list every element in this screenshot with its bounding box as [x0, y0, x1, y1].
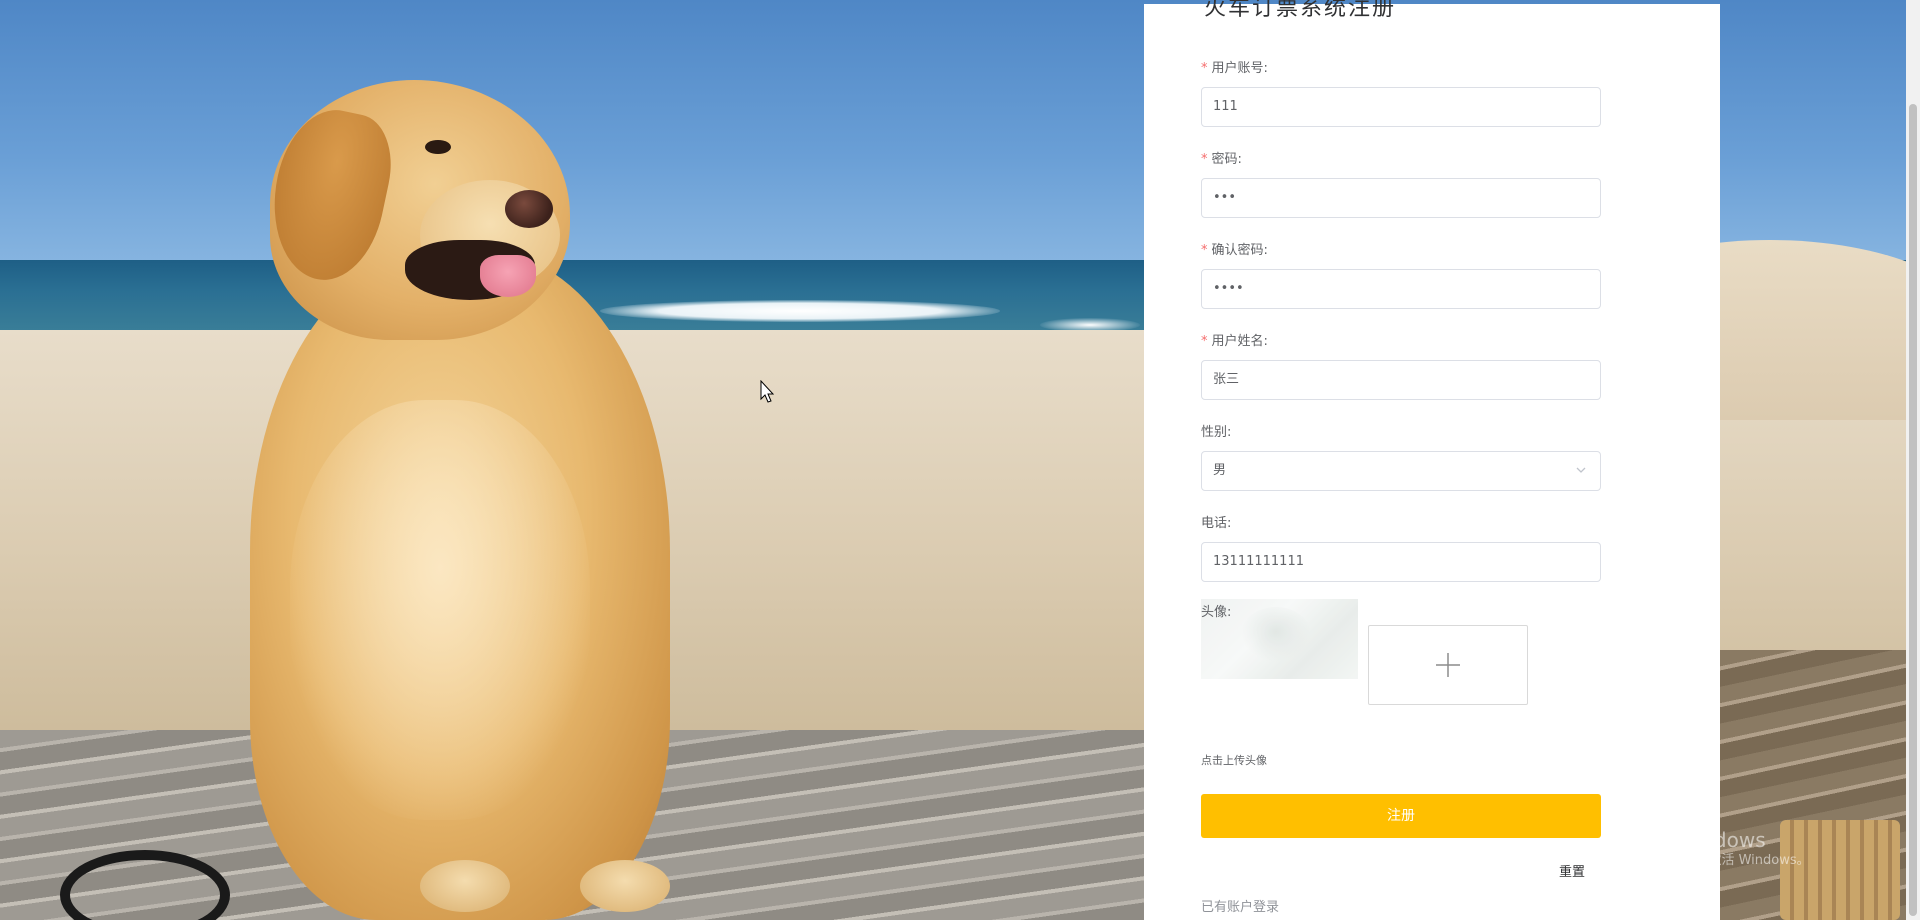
register-panel: 火车订票系统注册 * 用户账号: 111 * 密码: ••• * 确认密码: ••••… — [1144, 0, 1720, 920]
scrollbar-thumb[interactable] — [1909, 104, 1917, 916]
login-link[interactable]: 已有账户登录 — [1201, 896, 1279, 915]
password-input[interactable]: ••• — [1201, 178, 1601, 218]
watermark-line1: 激活 Windows — [1630, 828, 1766, 852]
field-label: 性别: — [1201, 425, 1232, 440]
dog-eye — [425, 140, 451, 154]
dog-chest — [290, 400, 590, 820]
dog-nose — [505, 190, 553, 228]
required-mark: * — [1201, 61, 1208, 76]
wave — [600, 300, 1000, 322]
required-mark: * — [1201, 243, 1208, 258]
realname-input[interactable]: 张三 — [1201, 360, 1601, 400]
reset-button[interactable]: 重置 — [1559, 861, 1585, 880]
avatar-label: 头像: — [1201, 605, 1232, 620]
upload-hint: 点击上传头像 — [1201, 754, 1267, 767]
dog-tongue — [480, 255, 536, 297]
page-scrollbar[interactable] — [1906, 0, 1920, 920]
field-label: * 用户账号: — [1201, 61, 1268, 76]
username-input[interactable]: 111 — [1201, 87, 1601, 127]
required-mark: * — [1201, 334, 1208, 349]
form-title: 火车订票系统注册 — [1204, 0, 1397, 21]
plus-icon — [1436, 653, 1460, 677]
windows-activation-watermark: 激活 Windows 转到“设置”以激活 Windows。 — [1630, 828, 1810, 870]
avatar-image — [1241, 607, 1311, 662]
gender-select[interactable]: 男 — [1201, 451, 1601, 491]
avatar-upload-button[interactable] — [1368, 625, 1528, 705]
watermark-line2: 转到“设置”以激活 Windows。 — [1630, 853, 1810, 868]
phone-input[interactable]: 13111111111 — [1201, 542, 1601, 582]
register-button[interactable]: 注册 — [1201, 794, 1601, 838]
dog-paw — [580, 860, 670, 912]
dog-paw — [420, 860, 510, 912]
field-label: 电话: — [1201, 516, 1232, 531]
gender-select-value: 男 — [1213, 463, 1227, 478]
mouse-pointer-icon — [760, 380, 775, 403]
confirm-password-input[interactable]: •••• — [1201, 269, 1601, 309]
chevron-down-icon — [1576, 467, 1586, 473]
field-label: * 用户姓名: — [1201, 334, 1268, 349]
field-label: * 密码: — [1201, 152, 1242, 167]
required-mark: * — [1201, 152, 1208, 167]
field-label: * 确认密码: — [1201, 243, 1268, 258]
